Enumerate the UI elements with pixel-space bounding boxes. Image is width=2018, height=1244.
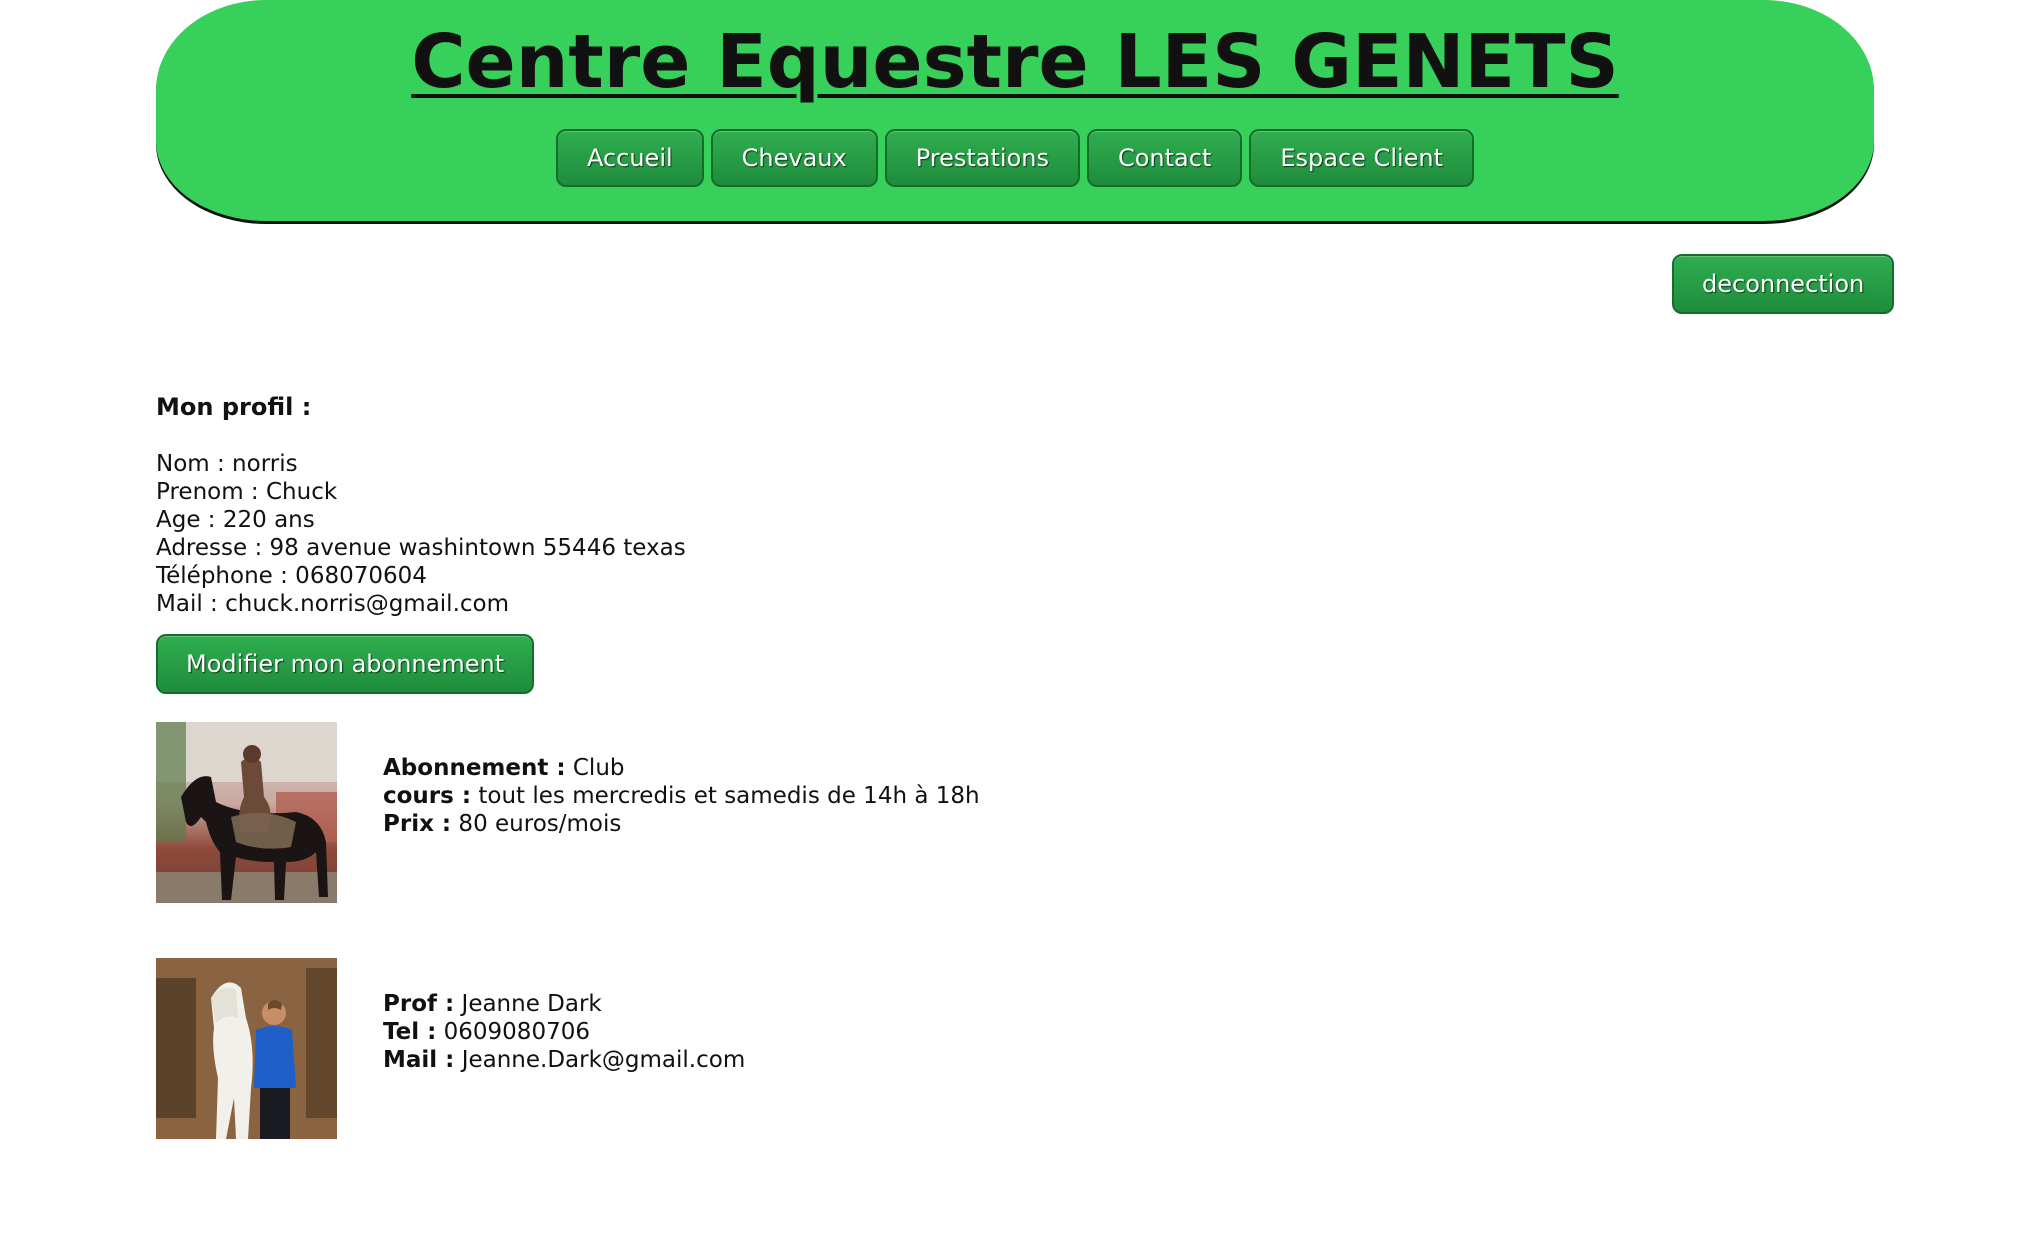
- teacher-mail-value: Jeanne.Dark@gmail.com: [454, 1047, 746, 1073]
- teacher-name: Prof : Jeanne Dark: [383, 990, 745, 1018]
- logout-button[interactable]: deconnection: [1672, 254, 1895, 314]
- subscription-schedule: cours : tout les mercredis et samedis de…: [383, 782, 980, 810]
- teacher-with-horse-illustration: [156, 958, 337, 1139]
- teacher-mail-label: Mail :: [383, 1047, 455, 1073]
- site-title: Centre Equestre LES GENETS: [156, 20, 1874, 104]
- site-header: Centre Equestre LES GENETS Accueil Cheva…: [156, 0, 1874, 221]
- subscription-price: Prix : 80 euros/mois: [383, 810, 980, 838]
- teacher-name-value: Jeanne Dark: [454, 991, 602, 1017]
- horse-rider-photo: [156, 722, 337, 903]
- subscription-info: Abonnement : Club cours : tout les mercr…: [383, 754, 980, 838]
- profile-mail: Mail : chuck.norris@gmail.com: [156, 591, 510, 617]
- subscription-type-label: Abonnement :: [383, 755, 566, 781]
- profile-heading: Mon profil :: [156, 393, 312, 421]
- horse-rider-illustration: [156, 722, 337, 903]
- teacher-info: Prof : Jeanne Dark Tel : 0609080706 Mail…: [383, 990, 745, 1074]
- subscription-price-value: 80 euros/mois: [451, 811, 622, 837]
- site-title-text: Centre Equestre LES GENETS: [411, 19, 1619, 105]
- profile-adresse: Adresse : 98 avenue washintown 55446 tex…: [156, 535, 686, 561]
- profile-telephone: Téléphone : 068070604: [156, 563, 427, 589]
- nav-chevaux-button[interactable]: Chevaux: [710, 129, 878, 187]
- subscription-type: Abonnement : Club: [383, 754, 980, 782]
- profile-nom: Nom : norris: [156, 451, 298, 477]
- modify-subscription-button[interactable]: Modifier mon abonnement: [156, 634, 535, 694]
- main-nav: Accueil Chevaux Prestations Contact Espa…: [156, 129, 1874, 187]
- teacher-phone-value: 0609080706: [436, 1019, 590, 1045]
- profile-prenom: Prenom : Chuck: [156, 479, 338, 505]
- subscription-schedule-value: tout les mercredis et samedis de 14h à 1…: [471, 783, 980, 809]
- nav-espace-client-button[interactable]: Espace Client: [1249, 129, 1475, 187]
- nav-prestations-button[interactable]: Prestations: [884, 129, 1080, 187]
- nav-accueil-button[interactable]: Accueil: [555, 129, 704, 187]
- subscription-schedule-label: cours :: [383, 783, 472, 809]
- teacher-photo: [156, 958, 337, 1139]
- teacher-name-label: Prof :: [383, 991, 455, 1017]
- nav-contact-button[interactable]: Contact: [1086, 129, 1243, 187]
- subscription-type-value: Club: [565, 755, 625, 781]
- teacher-phone-label: Tel :: [383, 1019, 437, 1045]
- teacher-mail: Mail : Jeanne.Dark@gmail.com: [383, 1046, 745, 1074]
- profile-age: Age : 220 ans: [156, 507, 315, 533]
- profile-details: Nom : norris Prenom : Chuck Age : 220 an…: [156, 450, 686, 618]
- subscription-price-label: Prix :: [383, 811, 452, 837]
- teacher-phone: Tel : 0609080706: [383, 1018, 745, 1046]
